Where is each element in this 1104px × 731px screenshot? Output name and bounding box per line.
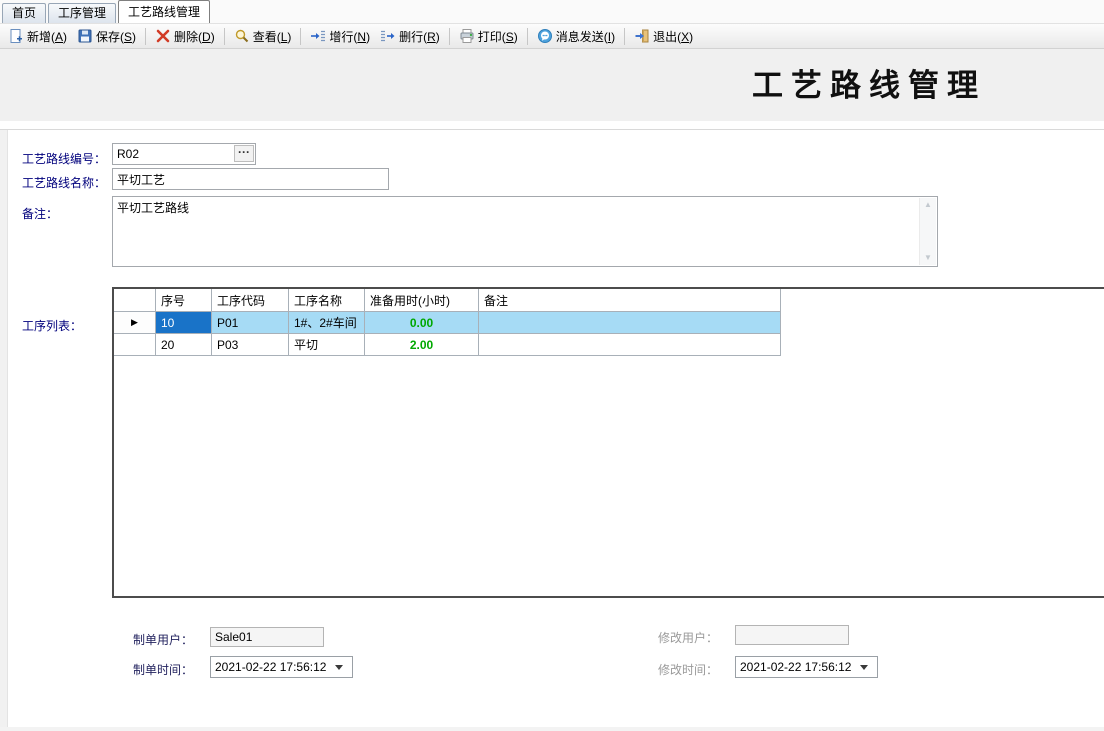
- tab-route-mgmt[interactable]: 工艺路线管理: [118, 0, 210, 23]
- create-time-dropdown[interactable]: 2021-02-22 17:56:12: [210, 656, 353, 678]
- remark-label: 备注：: [22, 205, 58, 222]
- toolbar-separator: [624, 28, 625, 45]
- current-row-arrow-icon: ▶: [131, 317, 138, 328]
- bottom-strip: [0, 727, 1104, 731]
- table-row[interactable]: ▶ 10P011#、2#车间0.00: [114, 312, 781, 334]
- grid-header-row: 序号工序代码工序名称准备用时(小时)备注: [114, 289, 781, 312]
- del-row-button-label: 删行(R): [399, 28, 440, 45]
- delete-row-icon: [380, 28, 396, 44]
- search-icon: [234, 28, 250, 44]
- modify-time-value: 2021-02-22 17:56:12: [740, 660, 858, 674]
- cell-prep[interactable]: 2.00: [365, 334, 479, 356]
- cell-remark[interactable]: [479, 334, 781, 356]
- add-button-label: 新增(A): [27, 28, 67, 45]
- toolbar-separator: [224, 28, 225, 45]
- grid-column-header[interactable]: 工序名称: [289, 289, 365, 312]
- tab-strip: 首页工序管理工艺路线管理: [0, 0, 1104, 23]
- modify-time-dropdown[interactable]: 2021-02-22 17:56:12: [735, 656, 878, 678]
- left-margin-strip: [0, 130, 8, 731]
- toolbar: 新增(A) 保存(S) 删除(D) 查看(L) 增行(N) 删行(R) 打印(S) 消息发送(…: [0, 23, 1104, 49]
- new-document-icon: [8, 28, 24, 44]
- cell-prep[interactable]: 0.00: [365, 312, 479, 334]
- delete-button[interactable]: 删除(D): [151, 26, 219, 47]
- toolbar-separator: [449, 28, 450, 45]
- modify-time-label: 修改时间：: [658, 661, 718, 678]
- create-time-label: 制单时间：: [133, 661, 193, 678]
- print-button[interactable]: 打印(S): [455, 26, 522, 47]
- exit-icon: [634, 28, 650, 44]
- add-row-icon: [310, 28, 326, 44]
- chevron-down-icon: [335, 665, 343, 670]
- remark-scrollbar[interactable]: ▲ ▼: [919, 198, 936, 265]
- header-divider: [0, 129, 1104, 130]
- message-icon: [537, 28, 553, 44]
- grid-column-header[interactable]: 工序代码: [212, 289, 289, 312]
- message-button-label: 消息发送(I): [556, 28, 615, 45]
- creator-input[interactable]: [210, 627, 324, 647]
- toolbar-separator: [300, 28, 301, 45]
- printer-icon: [459, 28, 475, 44]
- cell-code[interactable]: P01: [212, 312, 289, 334]
- add-button[interactable]: 新增(A): [4, 26, 71, 47]
- cell-seq[interactable]: 10: [156, 312, 212, 334]
- route-name-input[interactable]: [112, 168, 389, 190]
- remark-text: 平切工艺路线: [117, 201, 189, 215]
- process-grid[interactable]: 序号工序代码工序名称准备用时(小时)备注▶10P011#、2#车间0.0020P…: [112, 287, 1104, 598]
- exit-button[interactable]: 退出(X): [630, 26, 697, 47]
- toolbar-separator: [145, 28, 146, 45]
- cell-code[interactable]: P03: [212, 334, 289, 356]
- del-row-button[interactable]: 删行(R): [376, 26, 444, 47]
- delete-button-label: 删除(D): [174, 28, 215, 45]
- app-window: 首页工序管理工艺路线管理 新增(A)保存(S)删除(D)查看(L)增行(N)删行…: [0, 0, 1104, 731]
- row-header-cell[interactable]: [114, 334, 156, 356]
- delete-icon: [155, 28, 171, 44]
- save-button-label: 保存(S): [96, 28, 136, 45]
- save-icon: [77, 28, 93, 44]
- cell-seq[interactable]: 20: [156, 334, 212, 356]
- toolbar-separator: [527, 28, 528, 45]
- create-time-value: 2021-02-22 17:56:12: [215, 660, 333, 674]
- message-button[interactable]: 消息发送(I): [533, 26, 619, 47]
- creator-label: 制单用户：: [133, 631, 193, 648]
- exit-button-label: 退出(X): [653, 28, 693, 45]
- scroll-down-icon[interactable]: ▼: [920, 251, 936, 265]
- grid-column-header[interactable]: 备注: [479, 289, 781, 312]
- print-button-label: 打印(S): [478, 28, 518, 45]
- process-list-label: 工序列表：: [22, 317, 82, 334]
- row-header-cell[interactable]: ▶: [114, 312, 156, 334]
- tab-process-mgmt[interactable]: 工序管理: [48, 3, 116, 23]
- add-row-button-label: 增行(N): [329, 28, 370, 45]
- save-button[interactable]: 保存(S): [73, 26, 140, 47]
- grid-column-header[interactable]: 序号: [156, 289, 212, 312]
- scroll-up-icon[interactable]: ▲: [920, 198, 936, 212]
- table-row[interactable]: 20P03平切2.00: [114, 334, 781, 356]
- modifier-input[interactable]: [735, 625, 849, 645]
- tab-home[interactable]: 首页: [2, 3, 46, 23]
- modifier-label: 修改用户：: [658, 629, 718, 646]
- route-code-label: 工艺路线编号：: [22, 150, 106, 167]
- view-button[interactable]: 查看(L): [230, 26, 296, 47]
- chevron-down-icon: [860, 665, 868, 670]
- cell-remark[interactable]: [479, 312, 781, 334]
- cell-name[interactable]: 平切: [289, 334, 365, 356]
- grid-column-header[interactable]: 准备用时(小时): [365, 289, 479, 312]
- route-name-label: 工艺路线名称：: [22, 174, 106, 191]
- remark-textarea[interactable]: 平切工艺路线 ▲ ▼: [112, 196, 938, 267]
- add-row-button[interactable]: 增行(N): [306, 26, 374, 47]
- cell-name[interactable]: 1#、2#车间: [289, 312, 365, 334]
- view-button-label: 查看(L): [253, 28, 292, 45]
- page-title: 工艺路线管理: [752, 60, 986, 105]
- route-code-browse-button[interactable]: ···: [234, 145, 254, 162]
- grid-corner-header[interactable]: [114, 289, 156, 312]
